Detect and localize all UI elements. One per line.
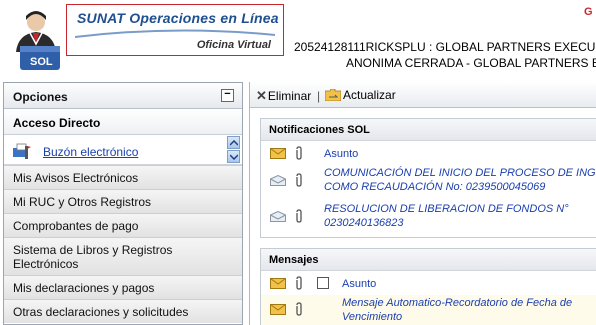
menu-item-ruc[interactable]: Mi RUC y Otros Registros bbox=[4, 189, 242, 213]
menu-item-otras[interactable]: Otras declaraciones y solicitudes bbox=[4, 299, 242, 323]
opciones-title: Opciones bbox=[13, 90, 68, 104]
notificacion-row[interactable]: COMUNICACIÓN DEL INICIO DEL PROCESO DE I… bbox=[261, 165, 596, 201]
company-id-line1: 20524128111RICKSPLU : GLOBAL PARTNERS EX… bbox=[294, 40, 596, 54]
scroll-up-button[interactable] bbox=[227, 136, 240, 149]
asunto-column-header[interactable]: Asunto bbox=[342, 278, 376, 290]
notificaciones-title: Notificaciones SOL bbox=[261, 119, 596, 141]
chevron-up-icon bbox=[230, 140, 238, 146]
eliminar-label: Eliminar bbox=[267, 89, 312, 103]
notificacion-subject-line1[interactable]: COMUNICACIÓN DEL INICIO DEL PROCESO DE I… bbox=[324, 167, 596, 180]
actualizar-button[interactable]: Actualizar bbox=[325, 88, 396, 102]
eliminar-button[interactable]: ✕ Eliminar bbox=[256, 89, 311, 103]
sidebar: Opciones − Acceso Directo Buzón electrón… bbox=[3, 82, 243, 325]
chevron-down-icon bbox=[230, 154, 238, 160]
notificacion-subject-line2[interactable]: 0230240136823 bbox=[324, 217, 404, 230]
mensaje-row[interactable]: Mensaje Automatico-Recordatorio de Fecha… bbox=[261, 295, 596, 325]
envelope-open-icon bbox=[270, 211, 286, 222]
menu-item-label: Mi RUC y Otros Registros bbox=[13, 194, 152, 209]
acceso-directo-header[interactable]: Acceso Directo bbox=[4, 109, 242, 135]
mensajes-list-header: Asunto bbox=[261, 271, 596, 295]
notificaciones-panel: Notificaciones SOL Asunto COMUNICACIÓN D… bbox=[260, 118, 596, 238]
menu-item-label: Mis Avisos Electrónicos bbox=[13, 170, 139, 185]
menu-item-label: Otras declaraciones y solicitudes bbox=[13, 304, 189, 319]
menu-item-label: Comprobantes de pago bbox=[13, 218, 139, 233]
buzon-row[interactable]: Buzón electrónico bbox=[4, 135, 242, 165]
attachment-icon bbox=[296, 302, 302, 316]
menu-item-libros[interactable]: Sistema de Libros y Registros Electrónic… bbox=[4, 237, 242, 275]
attachment-icon bbox=[296, 276, 302, 290]
notificacion-row[interactable]: RESOLUCION DE LIBERACION DE FONDOS N° 02… bbox=[261, 201, 596, 237]
envelope-icon bbox=[270, 278, 286, 289]
buzon-electronico-link[interactable]: Buzón electrónico bbox=[43, 145, 138, 159]
attachment-icon bbox=[296, 146, 302, 160]
toolbar: ✕ Eliminar | Actualizar bbox=[250, 82, 596, 108]
notificacion-subject-line2[interactable]: COMO RECAUDACIÓN No: 0239500045069 bbox=[324, 181, 545, 194]
menu-item-avisos[interactable]: Mis Avisos Electrónicos bbox=[4, 165, 242, 189]
header-corner-letter: G bbox=[584, 6, 593, 18]
mensajes-panel: Mensajes Asunto Mensaje Automatico-Recor… bbox=[260, 248, 596, 325]
menu-item-comprobantes[interactable]: Comprobantes de pago bbox=[4, 213, 242, 237]
asunto-column-header[interactable]: Asunto bbox=[324, 148, 358, 160]
company-id-line2: ANONIMA CERRADA - GLOBAL PARTNERS E bbox=[346, 56, 596, 70]
page-header: SOL SUNAT Operaciones en Línea Oficina V… bbox=[0, 0, 596, 80]
notificaciones-list-header: Asunto bbox=[261, 141, 596, 165]
folder-icon bbox=[325, 89, 341, 101]
shortcut-scroll bbox=[227, 136, 240, 164]
delete-icon: ✕ bbox=[256, 88, 267, 103]
envelope-open-icon bbox=[270, 175, 286, 186]
toolbar-separator: | bbox=[317, 89, 321, 103]
sol-logo: SOL bbox=[6, 8, 68, 74]
mailbox-icon bbox=[13, 143, 31, 159]
brand-title: SUNAT Operaciones en Línea bbox=[77, 10, 279, 26]
mensaje-subject-line2[interactable]: Vencimiento bbox=[342, 311, 402, 324]
opciones-header: Opciones − bbox=[4, 83, 242, 109]
logo-text: SOL bbox=[30, 56, 53, 68]
brand-subtitle: Oficina Virtual bbox=[196, 39, 271, 51]
attachment-icon bbox=[296, 173, 302, 187]
menu-item-declaraciones[interactable]: Mis declaraciones y pagos bbox=[4, 275, 242, 299]
collapse-button[interactable]: − bbox=[221, 89, 234, 102]
mensajes-title: Mensajes bbox=[261, 249, 596, 271]
actualizar-label: Actualizar bbox=[343, 88, 396, 102]
menu-item-label: Sistema de Libros y Registros Electrónic… bbox=[13, 242, 173, 271]
select-all-checkbox[interactable] bbox=[317, 277, 329, 289]
envelope-icon bbox=[270, 304, 286, 315]
notificacion-subject-line1[interactable]: RESOLUCION DE LIBERACION DE FONDOS N° bbox=[324, 203, 569, 216]
brand-swoosh bbox=[75, 29, 275, 38]
main-panel: ✕ Eliminar | Actualizar Notificaciones S… bbox=[249, 82, 596, 325]
scroll-down-button[interactable] bbox=[227, 150, 240, 163]
mensaje-subject-line1[interactable]: Mensaje Automatico-Recordatorio de Fecha… bbox=[342, 297, 572, 310]
menu-item-label: Mis declaraciones y pagos bbox=[13, 280, 155, 295]
acceso-directo-title: Acceso Directo bbox=[13, 116, 101, 130]
envelope-icon bbox=[270, 148, 286, 159]
attachment-icon bbox=[296, 209, 302, 223]
brand-box: SUNAT Operaciones en Línea Oficina Virtu… bbox=[66, 4, 284, 56]
